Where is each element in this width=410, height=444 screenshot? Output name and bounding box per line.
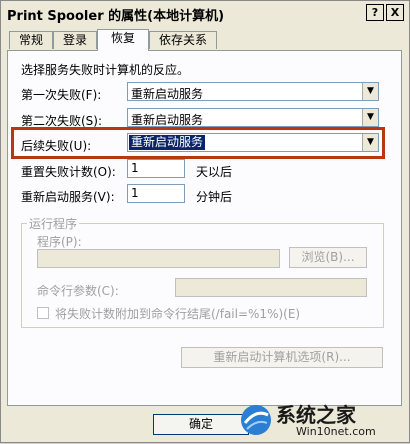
tab-logon[interactable]: 登录 (53, 31, 97, 49)
chevron-down-icon[interactable]: ▼ (362, 83, 378, 100)
restart-service-label: 重新启动服务(V): (21, 190, 115, 204)
first-failure-label: 第一次失败(F): (21, 88, 102, 102)
chevron-down-icon[interactable]: ▼ (362, 109, 378, 126)
tab-general[interactable]: 常规 (9, 31, 53, 49)
reset-count-label: 重置失败计数(O): (21, 165, 116, 179)
append-fail-count-checkbox[interactable] (37, 307, 49, 319)
run-program-title: 运行程序 (27, 215, 80, 232)
tab-recovery[interactable]: 恢复 (97, 29, 149, 51)
watermark-line1: 系统之家 (276, 403, 356, 427)
cmdline-label: 命令行参数(C): (37, 284, 119, 298)
reset-count-input[interactable]: 1 (127, 159, 185, 178)
chevron-down-icon[interactable]: ▼ (362, 134, 378, 151)
restart-computer-options-button[interactable]: 重新启动计算机选项(R)... (181, 347, 383, 368)
restart-service-input[interactable]: 1 (127, 184, 185, 203)
intro-text: 选择服务失败时计算机的反应。 (21, 63, 190, 77)
ok-button[interactable]: 确定 (153, 414, 249, 435)
watermark: 系统之家 Win10net.com (236, 399, 410, 444)
append-fail-count-label: 将失败计数附加到命令行结尾(/fail=%1%)(E) (55, 307, 301, 321)
program-label: 程序(P): (37, 235, 82, 249)
reset-count-suffix: 天以后 (196, 165, 233, 179)
title-bar: Print Spooler 的属性(本地计算机) ? X (1, 1, 409, 25)
subsequent-failure-select[interactable]: 重新启动服务 ▼ (127, 133, 379, 152)
restart-service-suffix: 分钟后 (196, 190, 233, 204)
subsequent-failure-label: 后续失败(U): (21, 139, 92, 153)
first-failure-value: 重新启动服务 (131, 87, 204, 101)
properties-window: Print Spooler 的属性(本地计算机) ? X 常规 登录 恢复 依存… (0, 0, 410, 443)
second-failure-value: 重新启动服务 (131, 113, 204, 127)
window-title: Print Spooler 的属性(本地计算机) (7, 9, 225, 24)
tab-dependencies[interactable]: 依存关系 (149, 31, 217, 49)
browse-button[interactable]: 浏览(B)... (289, 247, 367, 268)
watermark-line2: Win10net.com (296, 425, 376, 438)
second-failure-select[interactable]: 重新启动服务 ▼ (127, 108, 379, 127)
cmdline-input[interactable] (175, 278, 367, 297)
help-button[interactable]: ? (366, 4, 384, 21)
program-input[interactable] (37, 249, 280, 268)
watermark-logo-icon (241, 405, 271, 435)
first-failure-select[interactable]: 重新启动服务 ▼ (127, 82, 379, 101)
close-button[interactable]: X (386, 4, 404, 21)
subsequent-failure-value: 重新启动服务 (129, 135, 206, 150)
